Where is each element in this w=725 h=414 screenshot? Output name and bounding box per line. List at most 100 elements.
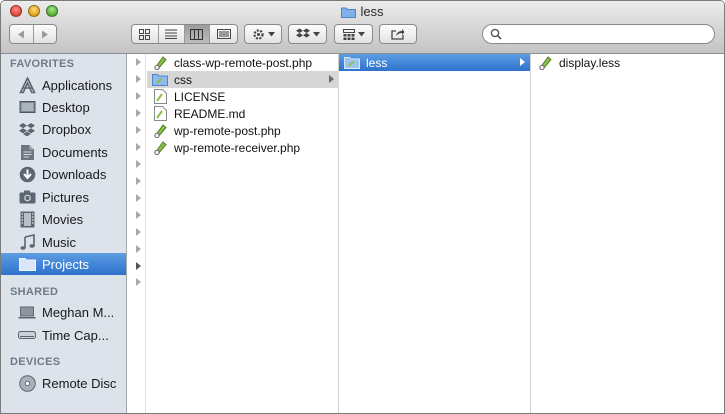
finder-window: less FAVORITES Applications Desktop Drop… — [0, 0, 725, 414]
chevron-down-icon — [312, 31, 320, 36]
folder-icon — [18, 255, 36, 273]
file-name: wp-remote-post.php — [174, 123, 281, 138]
column-project-contents[interactable]: class-wp-remote-post.php css LICENSE REA… — [128, 54, 339, 413]
sidebar-item-label: Desktop — [42, 99, 90, 115]
disclosure-arrow-icon — [136, 177, 141, 185]
disclosure-arrow-icon — [136, 92, 141, 100]
file-name: display.less — [559, 55, 621, 70]
sidebar-item-downloads[interactable]: Downloads — [1, 163, 126, 185]
music-icon — [18, 233, 36, 251]
back-button[interactable] — [10, 25, 34, 43]
list-item[interactable]: less — [339, 54, 530, 71]
sidebar-item-projects[interactable]: Projects — [1, 253, 126, 275]
less-file-icon — [537, 55, 553, 71]
movies-icon — [18, 210, 36, 228]
list-item[interactable]: wp-remote-receiver.php — [152, 139, 339, 156]
sidebar-item-remote-disc[interactable]: Remote Disc — [1, 372, 126, 394]
sidebar-item-label: Time Cap... — [42, 327, 109, 343]
disclosure-arrow-icon — [136, 75, 141, 83]
disclosure-arrow-icon — [136, 194, 141, 202]
sidebar-item-documents[interactable]: Documents — [1, 141, 126, 163]
folder-icon — [152, 72, 168, 88]
list-item[interactable]: class-wp-remote-post.php — [152, 54, 339, 71]
navigation-buttons — [9, 24, 57, 44]
chevron-down-icon — [267, 31, 275, 36]
search-field[interactable] — [482, 24, 715, 44]
dropbox-icon — [295, 28, 310, 38]
disclosure-arrow-icon — [136, 262, 141, 270]
action-menu-button[interactable] — [244, 24, 282, 44]
list-view-button[interactable] — [159, 25, 185, 43]
sidebar-item-music[interactable]: Music — [1, 231, 126, 253]
folder-icon — [344, 55, 360, 71]
columns-icon — [190, 28, 204, 40]
disc-icon — [18, 374, 36, 392]
list-item[interactable]: display.less — [537, 54, 722, 71]
disclosure-arrow-icon — [136, 143, 141, 151]
arrange-menu-button[interactable] — [334, 24, 373, 44]
icon-grid-icon — [139, 28, 151, 40]
file-name: css — [174, 72, 192, 87]
sidebar-item-applications[interactable]: Applications — [1, 74, 126, 96]
share-icon — [391, 29, 405, 40]
desktop-icon — [18, 98, 36, 116]
column-view-button[interactable] — [184, 25, 211, 43]
sidebar-item-label: Movies — [42, 211, 84, 227]
sidebar-item-dropbox[interactable]: Dropbox — [1, 118, 126, 140]
forward-button[interactable] — [34, 25, 57, 43]
sidebar-item-label: Documents — [42, 144, 108, 160]
sidebar-item-meghan[interactable]: Meghan M... — [1, 301, 126, 323]
php-file-icon — [152, 140, 168, 156]
disclosure-arrow-icon — [136, 278, 141, 286]
php-file-icon — [152, 123, 168, 139]
sidebar-item-movies[interactable]: Movies — [1, 208, 126, 230]
window-title: less — [1, 4, 724, 21]
column-less-contents[interactable]: display.less — [531, 54, 724, 413]
pictures-icon — [18, 188, 36, 206]
disclosure-arrow-icon — [520, 58, 525, 66]
sidebar-item-label: Applications — [42, 77, 113, 93]
search-icon — [490, 28, 502, 40]
list-item[interactable]: README.md — [152, 105, 339, 122]
shared-header: SHARED — [10, 286, 59, 298]
disclosure-arrow-icon — [136, 211, 141, 219]
back-arrow-icon — [18, 30, 25, 38]
folder-icon — [341, 6, 357, 21]
icon-view-button[interactable] — [132, 25, 159, 43]
dropbox-icon — [18, 120, 36, 138]
file-name: class-wp-remote-post.php — [174, 55, 313, 70]
chevron-down-icon — [357, 31, 365, 36]
sidebar-item-label: Pictures — [42, 189, 89, 205]
documents-icon — [18, 143, 36, 161]
file-name: README.md — [174, 106, 246, 121]
php-file-icon — [152, 55, 168, 71]
forward-arrow-icon — [41, 30, 48, 38]
cover-flow-view-button[interactable] — [210, 25, 237, 43]
sidebar-item-label: Dropbox — [42, 121, 92, 137]
disclosure-arrow-icon — [136, 245, 141, 253]
sidebar-item-pictures[interactable]: Pictures — [1, 186, 126, 208]
sidebar: FAVORITES Applications Desktop Dropbox D… — [1, 54, 127, 413]
search-input[interactable] — [505, 26, 710, 42]
column-css-contents[interactable]: less — [339, 54, 531, 413]
list-item[interactable]: LICENSE — [152, 88, 339, 105]
disclosure-arrow-icon — [136, 126, 141, 134]
arrange-grid-icon — [342, 28, 355, 40]
sidebar-item-desktop[interactable]: Desktop — [1, 96, 126, 118]
toolbar: less — [1, 1, 724, 54]
list-item[interactable]: wp-remote-post.php — [152, 122, 339, 139]
sidebar-item-label: Music — [42, 234, 76, 250]
share-button[interactable] — [379, 24, 417, 44]
applications-icon — [18, 76, 36, 94]
sidebar-item-label: Remote Disc — [42, 375, 117, 391]
sidebar-item-label: Projects — [42, 256, 89, 272]
disclosure-arrow-icon — [136, 58, 141, 66]
disclosure-arrow-icon — [329, 75, 334, 83]
sidebar-item-time-capsule[interactable]: Time Cap... — [1, 324, 126, 346]
window-title-text: less — [360, 4, 384, 19]
devices-header: DEVICES — [10, 356, 61, 368]
dropbox-menu-button[interactable] — [288, 24, 327, 44]
file-name: less — [366, 55, 388, 70]
list-item[interactable]: css — [147, 71, 339, 88]
sidebar-item-label: Downloads — [42, 166, 107, 182]
